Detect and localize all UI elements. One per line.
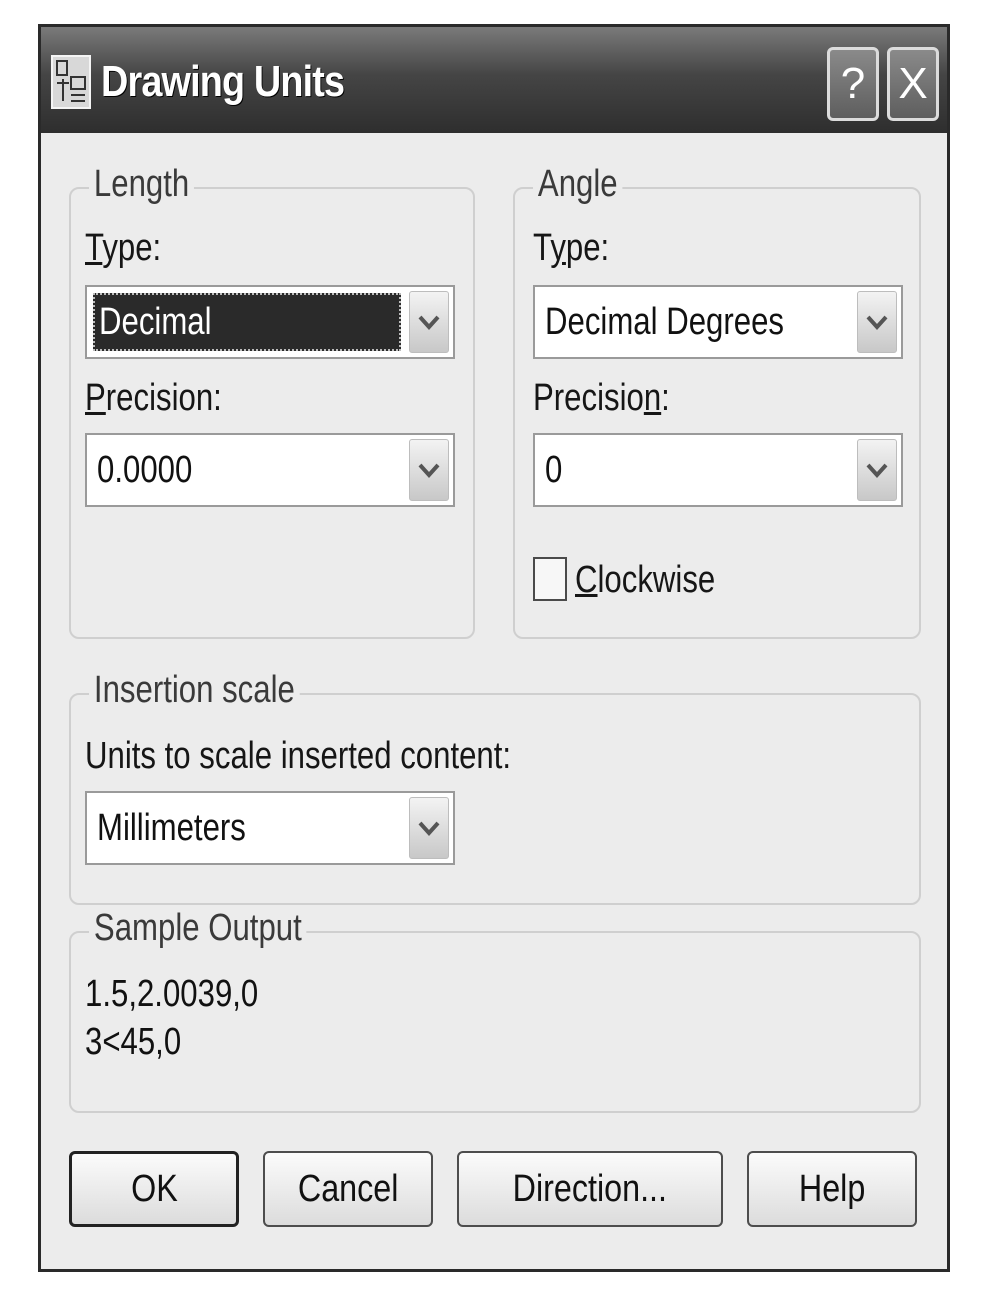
close-button[interactable]: X xyxy=(887,47,939,121)
chevron-down-icon[interactable] xyxy=(857,439,897,501)
clockwise-checkbox[interactable] xyxy=(533,557,567,601)
chevron-down-icon[interactable] xyxy=(409,797,449,859)
ok-button-label: OK xyxy=(130,1167,178,1210)
units-to-scale-label: Units to scale inserted content: xyxy=(85,735,512,777)
drawing-units-dialog: Drawing Units ? X Length Type: Decimal P… xyxy=(38,24,950,1272)
help-button[interactable]: Help xyxy=(747,1151,917,1227)
title-bar: Drawing Units ? X xyxy=(41,27,947,133)
sample-output-line-1: 1.5,2.0039,0 xyxy=(85,973,259,1015)
direction-button[interactable]: Direction... xyxy=(457,1151,723,1227)
insertion-scale-group-label: Insertion scale xyxy=(89,669,300,712)
sample-output-group: Sample Output xyxy=(69,907,921,1113)
length-precision-value: 0.0000 xyxy=(97,449,193,491)
cancel-button-label: Cancel xyxy=(297,1167,399,1210)
angle-type-select[interactable]: Decimal Degrees xyxy=(533,285,903,359)
angle-precision-value: 0 xyxy=(545,449,563,491)
length-type-value: Decimal xyxy=(99,301,212,343)
cancel-button[interactable]: Cancel xyxy=(263,1151,433,1227)
length-type-select[interactable]: Decimal xyxy=(85,285,455,359)
angle-group-label: Angle xyxy=(533,163,623,206)
angle-type-label: Type: xyxy=(533,227,610,269)
help-question-button[interactable]: ? xyxy=(827,47,879,121)
clockwise-label[interactable]: Clockwise xyxy=(575,559,715,602)
angle-precision-label: Precision: xyxy=(533,377,670,419)
ok-button[interactable]: OK xyxy=(69,1151,239,1227)
chevron-down-icon[interactable] xyxy=(409,439,449,501)
sample-output-group-label: Sample Output xyxy=(89,907,307,950)
angle-precision-select[interactable]: 0 xyxy=(533,433,903,507)
window-title: Drawing Units xyxy=(101,57,345,106)
insertion-units-value: Millimeters xyxy=(97,807,246,849)
close-icon: X xyxy=(898,59,928,108)
angle-type-value: Decimal Degrees xyxy=(545,301,784,343)
question-mark-icon: ? xyxy=(840,59,866,108)
length-precision-select[interactable]: 0.0000 xyxy=(85,433,455,507)
sample-output-line-2: 3<45,0 xyxy=(85,1021,182,1063)
length-type-label: Type: xyxy=(85,227,162,269)
help-button-label: Help xyxy=(798,1167,866,1210)
chevron-down-icon[interactable] xyxy=(857,291,897,353)
insertion-units-select[interactable]: Millimeters xyxy=(85,791,455,865)
direction-button-label: Direction... xyxy=(512,1167,668,1210)
length-group-label: Length xyxy=(89,163,195,206)
drawing-units-icon xyxy=(51,55,91,109)
length-precision-label: Precision: xyxy=(85,377,222,419)
chevron-down-icon[interactable] xyxy=(409,291,449,353)
